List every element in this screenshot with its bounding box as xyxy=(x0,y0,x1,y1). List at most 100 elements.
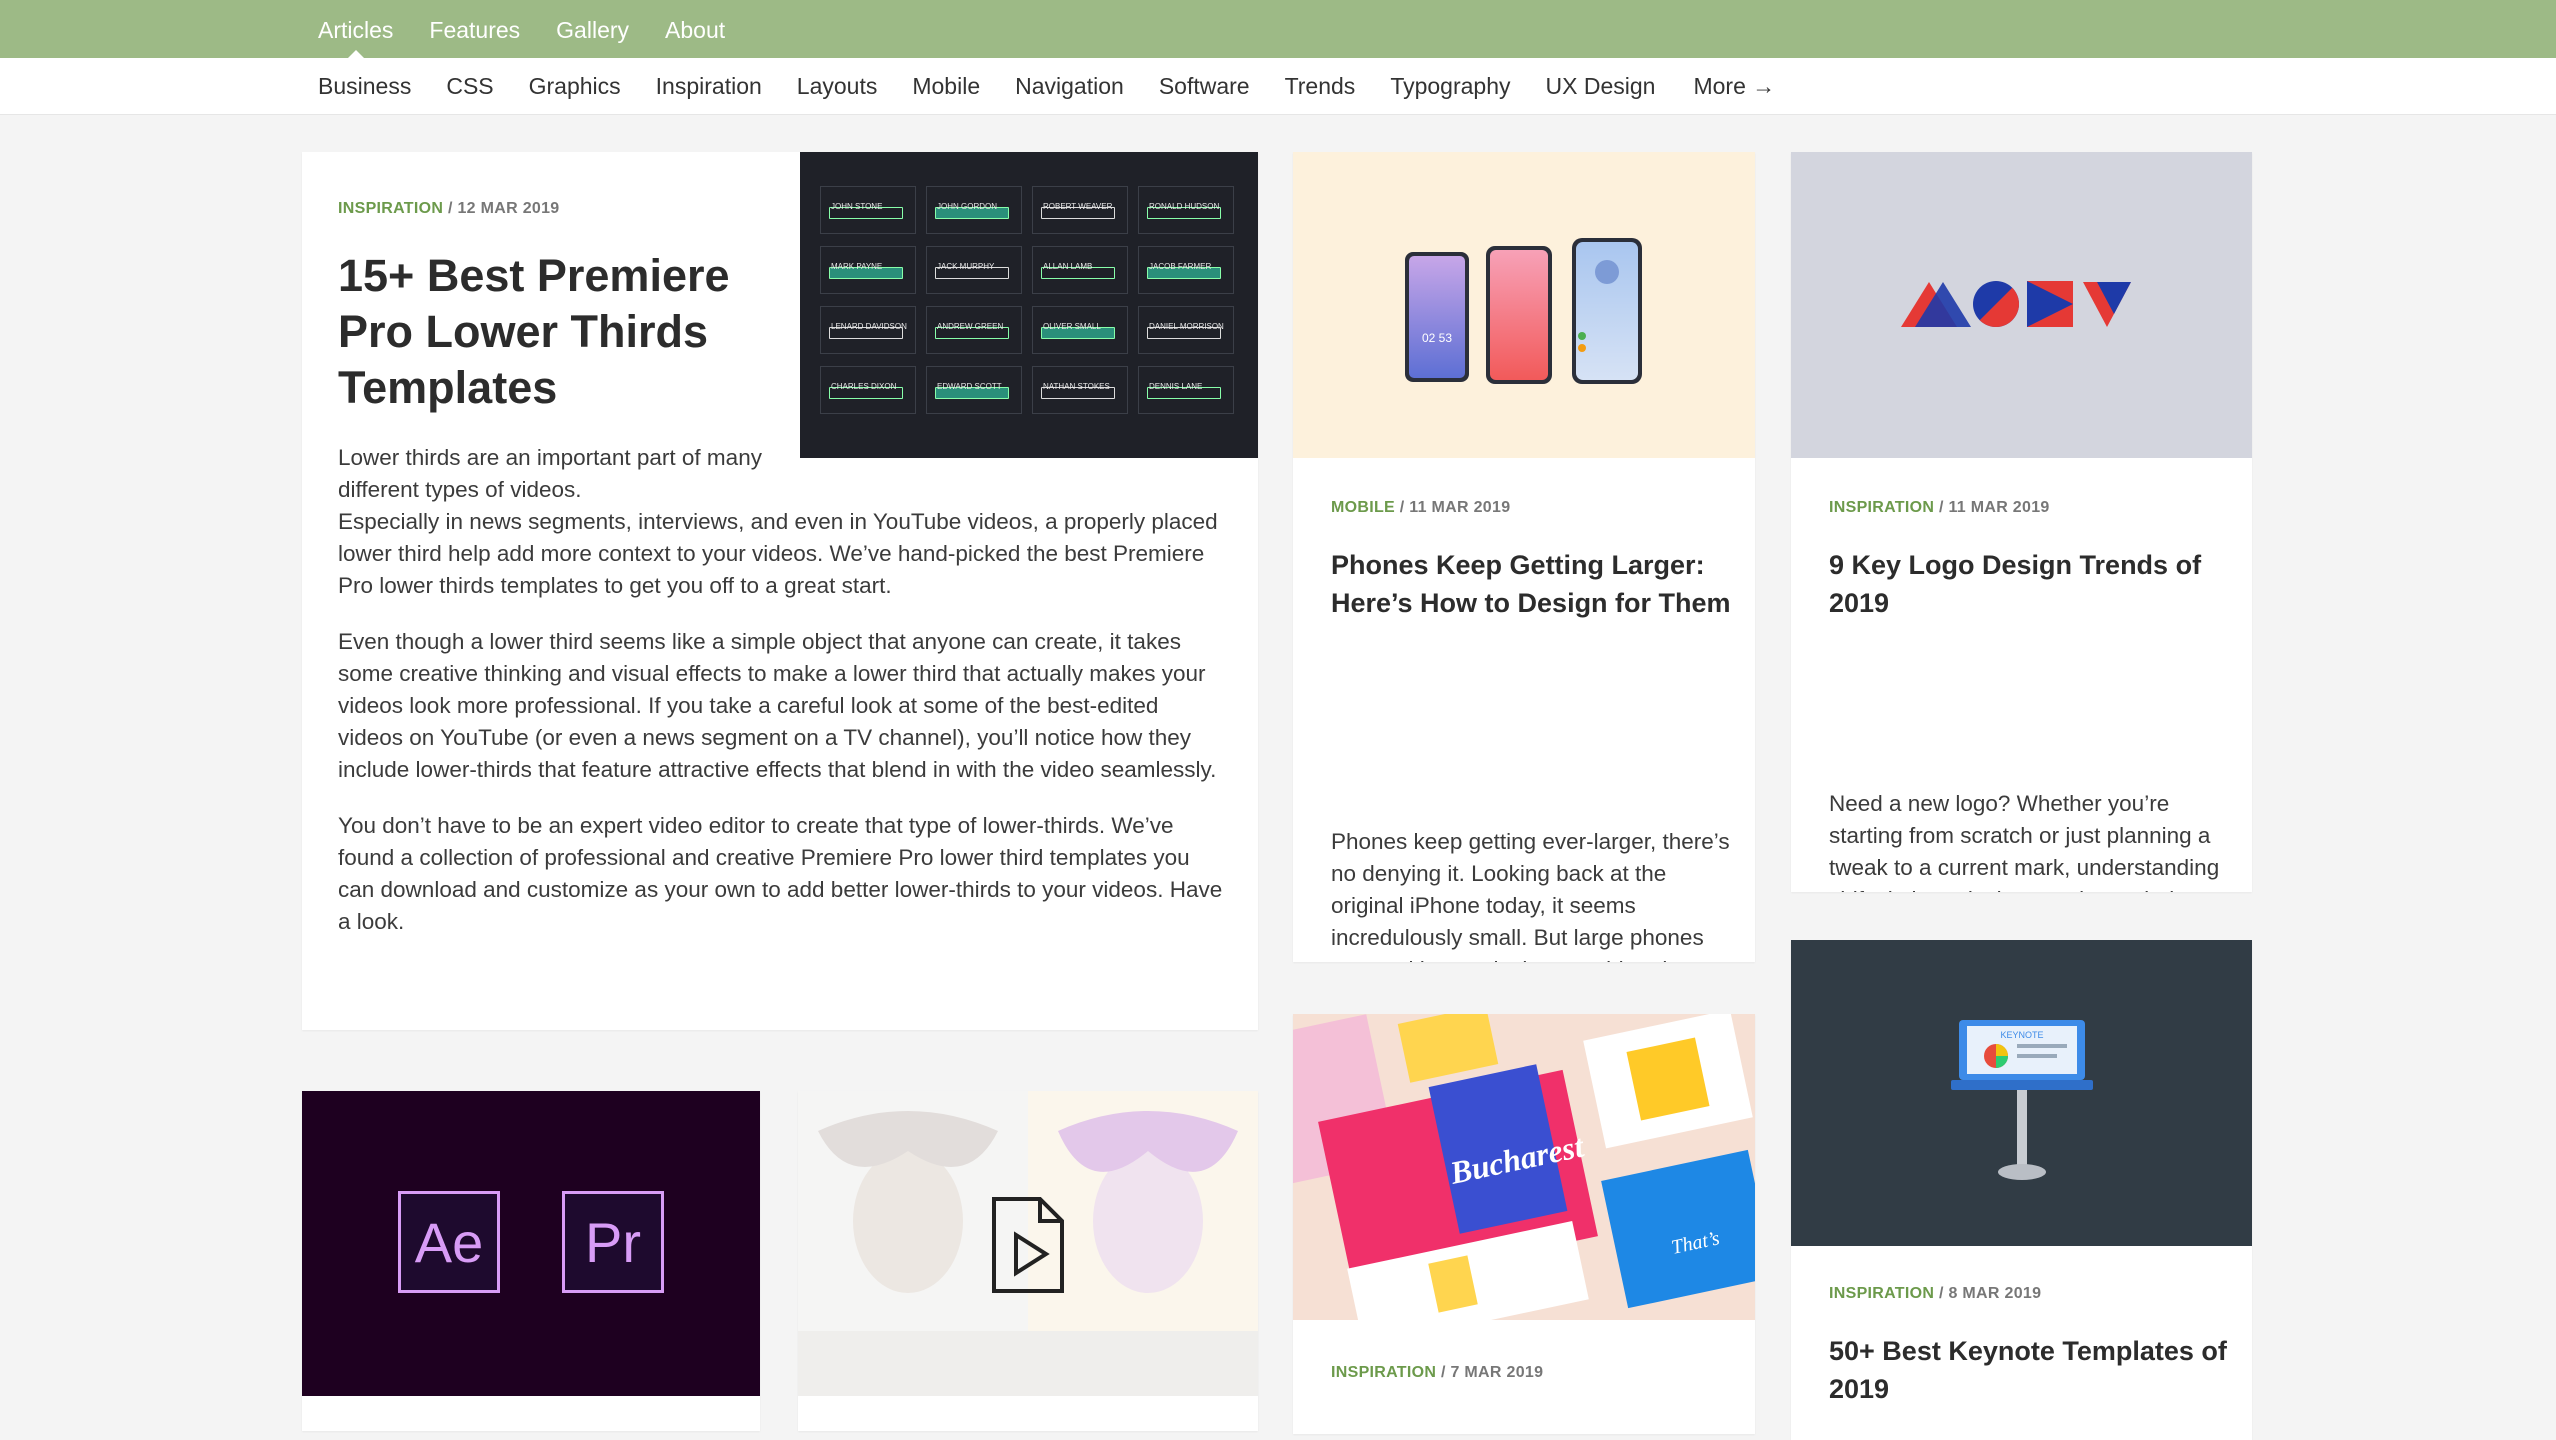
category-inspiration[interactable]: Inspiration xyxy=(656,73,762,100)
lower-third-preview: DANIEL MORRISON xyxy=(1138,306,1234,354)
article-meta: INSPIRATION / 12 MAR 2019 xyxy=(338,200,560,218)
article-category[interactable]: INSPIRATION xyxy=(1829,499,1934,516)
lower-third-preview: JACOB FARMER xyxy=(1138,246,1234,294)
lower-third-preview: MARK PAYNE xyxy=(820,246,916,294)
lower-third-preview: EDWARD SCOTT xyxy=(926,366,1022,414)
lower-third-preview: JACK MURPHY xyxy=(926,246,1022,294)
phone-clock: 02 53 xyxy=(1422,331,1452,345)
lower-third-preview: CHARLES DIXON xyxy=(820,366,916,414)
lower-third-name: JOHN STONE xyxy=(831,202,883,211)
category-bar: Business CSS Graphics Inspiration Layout… xyxy=(0,58,2556,115)
lower-third-preview: LENARD DAVIDSON xyxy=(820,306,916,354)
article-card-keynote[interactable]: KEYNOTE INSPIRATION / 8 MAR 2019 50+ Bes… xyxy=(1791,940,2252,1440)
lower-third-name: ROBERT WEAVER xyxy=(1043,202,1113,211)
lower-third-name: EDWARD SCOTT xyxy=(937,382,1002,391)
lower-third-preview: ANDREW GREEN xyxy=(926,306,1022,354)
lower-third-name: RONALD HUDSON xyxy=(1149,202,1220,211)
article-card-adobe[interactable]: Ae Pr xyxy=(302,1091,760,1431)
article-meta: INSPIRATION / 8 MAR 2019 xyxy=(1829,1285,2041,1303)
nav-about[interactable]: About xyxy=(665,0,725,58)
primary-nav: Articles Features Gallery About xyxy=(318,0,761,58)
article-title[interactable]: 9 Key Logo Design Trends of 2019 xyxy=(1829,546,2229,622)
article-category[interactable]: INSPIRATION xyxy=(338,200,443,217)
lower-third-name: CHARLES DIXON xyxy=(831,382,897,391)
excerpt-paragraph: Even though a lower third seems like a s… xyxy=(338,629,1217,782)
excerpt-paragraph: You don’t have to be an expert video edi… xyxy=(338,813,1223,934)
article-excerpt: Need a new logo? Whether you’re starting… xyxy=(1829,791,2220,892)
bucharest-thumbnail[interactable]: Bucharest That’s xyxy=(1293,1014,1755,1320)
phones-illustration: 02 53 xyxy=(1405,238,1642,384)
keynote-thumbnail[interactable]: KEYNOTE xyxy=(1791,940,2252,1246)
lower-third-name: JOHN GORDON xyxy=(937,202,997,211)
category-ux-design[interactable]: UX Design xyxy=(1546,73,1656,100)
lower-third-preview: OLIVER SMALL xyxy=(1032,306,1128,354)
article-card-video[interactable] xyxy=(798,1091,1258,1431)
article-meta: MOBILE / 11 MAR 2019 xyxy=(1331,499,1510,517)
lower-third-preview: JOHN STONE xyxy=(820,186,916,234)
article-date: / 8 MAR 2019 xyxy=(1934,1285,2042,1302)
category-graphics[interactable]: Graphics xyxy=(529,73,621,100)
category-software[interactable]: Software xyxy=(1159,73,1250,100)
category-mobile[interactable]: Mobile xyxy=(912,73,980,100)
lower-third-name: ANDREW GREEN xyxy=(937,322,1004,331)
keynote-icon-label: KEYNOTE xyxy=(2000,1030,2043,1040)
featured-article-card[interactable]: JOHN STONE JOHN GORDON ROBERT WEAVER RONALD… xyxy=(302,152,1258,1030)
phones-thumbnail[interactable]: 02 53 xyxy=(1293,152,1755,458)
lower-thirds-preview-grid: JOHN STONE JOHN GORDON ROBERT WEAVER RONALD… xyxy=(820,186,1234,414)
article-card-phones[interactable]: 02 53 MOBILE / 11 MAR 2019 Phones Keep G… xyxy=(1293,152,1755,962)
category-css[interactable]: CSS xyxy=(446,73,493,100)
category-nav: Business CSS Graphics Inspiration Layout… xyxy=(318,58,1810,114)
presentation-slides-illustration: Bucharest That’s xyxy=(1293,1014,1755,1320)
lower-third-name: DANIEL MORRISON xyxy=(1149,322,1224,331)
lower-third-name: JACOB FARMER xyxy=(1149,262,1212,271)
lower-third-name: ALLAN LAMB xyxy=(1043,262,1093,271)
lower-third-name: MARK PAYNE xyxy=(831,262,883,271)
nav-features[interactable]: Features xyxy=(429,0,520,58)
keynote-icon: KEYNOTE xyxy=(1951,1020,2093,1180)
article-excerpt: Lower thirds are an important part of ma… xyxy=(338,442,1228,962)
article-card-logo-trends[interactable]: INSPIRATION / 11 MAR 2019 9 Key Logo Des… xyxy=(1791,152,2252,892)
category-business[interactable]: Business xyxy=(318,73,411,100)
lower-third-preview: ROBERT WEAVER xyxy=(1032,186,1128,234)
category-trends[interactable]: Trends xyxy=(1285,73,1356,100)
article-card-bucharest[interactable]: Bucharest That’s INSPIRATION / 7 MAR 201… xyxy=(1293,1014,1755,1434)
article-excerpt: Phones keep getting ever-larger, there’s… xyxy=(1331,829,1730,962)
more-link[interactable]: More → xyxy=(1693,73,1775,100)
video-thumbnail[interactable] xyxy=(798,1091,1258,1396)
premiere-pro-icon: Pr xyxy=(562,1191,664,1293)
article-date: / 12 MAR 2019 xyxy=(443,200,560,217)
excerpt-paragraph: Especially in news segments, interviews,… xyxy=(338,509,1218,598)
article-meta: INSPIRATION / 7 MAR 2019 xyxy=(1331,1364,1543,1382)
lower-third-preview: RONALD HUDSON xyxy=(1138,186,1234,234)
lower-third-preview: NATHAN STOKES xyxy=(1032,366,1128,414)
logo-shapes-illustration xyxy=(1901,281,2131,327)
lower-third-name: LENARD DAVIDSON xyxy=(831,322,907,331)
lower-third-preview: DENNIS LANE xyxy=(1138,366,1234,414)
category-navigation[interactable]: Navigation xyxy=(1015,73,1124,100)
lower-third-preview: JOHN GORDON xyxy=(926,186,1022,234)
after-effects-icon: Ae xyxy=(398,1191,500,1293)
nav-articles[interactable]: Articles xyxy=(318,0,393,58)
logo-thumbnail[interactable] xyxy=(1791,152,2252,458)
lower-third-preview: ALLAN LAMB xyxy=(1032,246,1128,294)
article-category[interactable]: INSPIRATION xyxy=(1829,1285,1934,1302)
article-title[interactable]: 50+ Best Keynote Templates of 2019 xyxy=(1829,1332,2229,1408)
article-category[interactable]: INSPIRATION xyxy=(1331,1364,1436,1381)
article-title[interactable]: 15+ Best Premiere Pro Lower Thirds Templ… xyxy=(338,248,778,416)
article-category[interactable]: MOBILE xyxy=(1331,499,1395,516)
article-title[interactable]: Phones Keep Getting Larger: Here’s How t… xyxy=(1331,546,1731,622)
top-navbar: Articles Features Gallery About xyxy=(0,0,2556,58)
adobe-thumbnail[interactable]: Ae Pr xyxy=(302,1091,760,1396)
lower-third-name: DENNIS LANE xyxy=(1149,382,1203,391)
lower-third-name: NATHAN STOKES xyxy=(1043,382,1110,391)
article-date: / 7 MAR 2019 xyxy=(1436,1364,1544,1381)
nav-gallery[interactable]: Gallery xyxy=(556,0,629,58)
category-typography[interactable]: Typography xyxy=(1390,73,1510,100)
article-date: / 11 MAR 2019 xyxy=(1934,499,2050,516)
featured-thumbnail[interactable]: JOHN STONE JOHN GORDON ROBERT WEAVER RONALD… xyxy=(800,152,1258,458)
category-layouts[interactable]: Layouts xyxy=(797,73,878,100)
video-file-icon xyxy=(992,1197,1064,1293)
lower-third-name: OLIVER SMALL xyxy=(1043,322,1101,331)
article-meta: INSPIRATION / 11 MAR 2019 xyxy=(1829,499,2050,517)
article-date: / 11 MAR 2019 xyxy=(1395,499,1511,516)
